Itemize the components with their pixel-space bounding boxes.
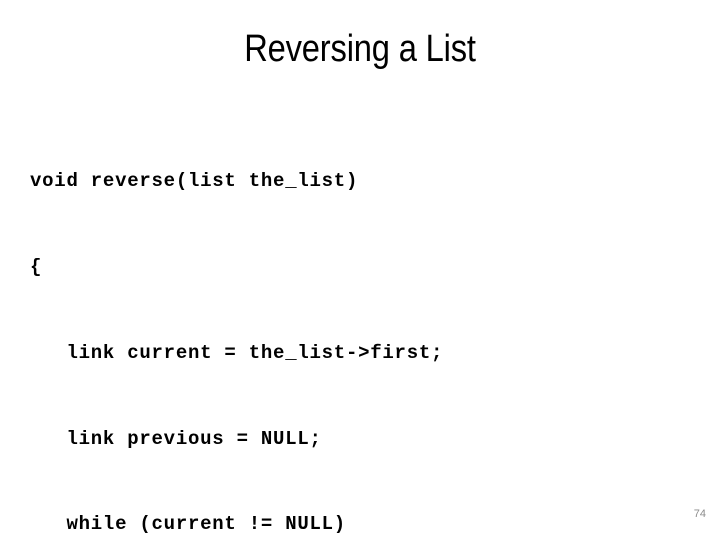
code-line: link previous = NULL; (30, 427, 322, 450)
code-block: void reverse(list the_list) { link curre… (30, 110, 690, 540)
page-title: Reversing a List (244, 28, 476, 70)
page-number: 74 (693, 508, 706, 520)
code-line: { (30, 255, 43, 278)
code-line: while (current != NULL) (30, 513, 346, 536)
presentation-slide: Reversing a List void reverse(list the_l… (0, 0, 720, 540)
code-line: link current = the_list->first; (30, 341, 444, 364)
code-line: void reverse(list the_list) (30, 170, 359, 193)
